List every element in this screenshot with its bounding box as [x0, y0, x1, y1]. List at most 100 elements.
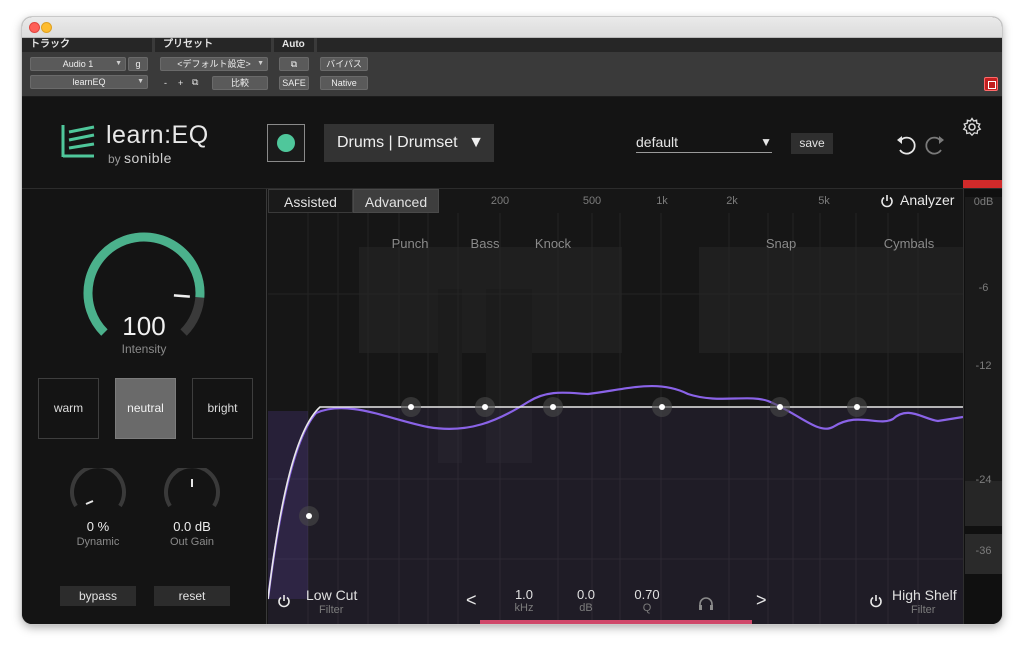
freq-label: 500	[582, 195, 602, 207]
zone-label-knock: Knock	[534, 236, 572, 251]
host-close-icon[interactable]	[984, 77, 998, 91]
auto-header: Auto	[274, 38, 314, 52]
prev-band-button[interactable]: <	[466, 590, 477, 611]
close-window-button[interactable]	[29, 22, 40, 33]
q-unit: Q	[642, 602, 652, 614]
chevron-down-icon: ▼	[115, 60, 122, 67]
minimize-window-button[interactable]	[41, 22, 52, 33]
meter-label: 0dB	[973, 196, 994, 208]
freq-value: 1.0	[514, 587, 534, 602]
tab-assisted[interactable]: Assisted	[268, 189, 353, 213]
preset-plus-button[interactable]: +	[178, 76, 183, 90]
gain-param[interactable]: 0.0 dB	[566, 587, 606, 614]
save-button[interactable]: save	[791, 133, 833, 154]
window-icon: ⧉	[290, 59, 298, 69]
learneq-logo-icon	[61, 125, 95, 158]
native-button[interactable]: Native	[320, 76, 368, 90]
eq-curve-canvas[interactable]	[268, 189, 963, 624]
band-indicator-bar	[480, 620, 752, 624]
meter-peak-indicator	[963, 180, 1002, 188]
host-header-fill	[317, 38, 1002, 52]
logo-brand: sonible	[124, 150, 172, 166]
analyzer-power-icon[interactable]	[880, 194, 894, 208]
copy-icon[interactable]: ⧉	[192, 75, 198, 89]
bright-button[interactable]: bright	[192, 378, 253, 439]
logo-byline: by sonible	[108, 150, 172, 166]
reset-button[interactable]: reset	[154, 586, 230, 606]
meter-segment	[965, 481, 1002, 526]
triangle-down-icon: ▼	[760, 135, 772, 149]
warm-button[interactable]: warm	[38, 378, 99, 439]
zone-label-cymbals: Cymbals	[883, 236, 935, 251]
meter-label: -6	[978, 282, 989, 294]
host-plugin-bar: トラック プリセット Auto Audio 1 ▼ g learnEQ ▼ <デフォ…	[22, 38, 1002, 97]
chevron-down-icon: ▼	[137, 78, 144, 85]
track-name: Audio 1	[62, 59, 94, 69]
zone-label-snap: Snap	[765, 236, 797, 251]
preset-header: プリセット	[155, 38, 271, 52]
high-shelf-power-icon[interactable]	[869, 594, 883, 608]
neutral-button[interactable]: neutral	[115, 378, 176, 439]
out-gain-knob[interactable]	[160, 468, 224, 512]
logo-title: learn:EQ	[106, 121, 209, 149]
freq-label: 5k	[818, 195, 830, 207]
dynamic-knob[interactable]	[66, 468, 130, 512]
freq-label: 2k	[726, 195, 738, 207]
q-param[interactable]: 0.70 Q	[627, 587, 667, 614]
settings-gear-icon[interactable]	[962, 117, 982, 137]
plugin-name: learnEQ	[72, 77, 106, 87]
headphones-icon[interactable]	[697, 595, 715, 611]
low-cut-shade	[268, 411, 308, 599]
curve-fill	[268, 407, 963, 624]
instrument-name: Drums | Drumset	[337, 134, 458, 151]
tab-advanced[interactable]: Advanced	[353, 189, 439, 213]
meter-segment	[965, 197, 1002, 481]
track-select[interactable]: Audio 1 ▼	[30, 57, 126, 71]
undo-icon[interactable]	[894, 134, 918, 156]
plugin-select[interactable]: learnEQ ▼	[30, 75, 148, 89]
freq-param[interactable]: 1.0 kHz	[504, 587, 544, 614]
out-gain-value: 0.0 dB	[173, 519, 211, 534]
gain-value: 0.0	[576, 587, 596, 602]
low-cut-power-icon[interactable]	[277, 594, 291, 608]
meter-label: -12	[975, 360, 992, 372]
track-header: トラック	[22, 38, 152, 52]
out-gain-label: Out Gain	[169, 536, 215, 548]
host-preset-name: <デフォルト設定>	[177, 59, 251, 69]
preset-select[interactable]: default ▼	[636, 133, 772, 153]
left-control-panel: 100 Intensity warm neutral bright 0 % Dy…	[22, 189, 267, 624]
instrument-select[interactable]: Drums | Drumset ▼	[324, 124, 494, 162]
zone-label-punch: Punch	[391, 236, 429, 251]
eq-graph[interactable]: Assisted Advanced 200 500 1k 2k 5k Punch…	[268, 189, 963, 624]
title-bar	[22, 17, 1002, 38]
preset-name: default	[636, 134, 679, 150]
next-band-button[interactable]: >	[756, 590, 767, 611]
automation-button[interactable]: ⧉	[279, 57, 309, 71]
triangle-down-icon: ▼	[468, 134, 484, 151]
meter-label: -36	[975, 545, 992, 557]
low-cut-sub: Filter	[319, 604, 344, 616]
preset-minus-button[interactable]: -	[164, 76, 167, 90]
plugin-header: learn:EQ by sonible Drums | Drumset ▼ de…	[22, 97, 1002, 189]
logo-by: by	[108, 152, 121, 166]
compare-button[interactable]: 比較	[212, 76, 268, 90]
intensity-label: Intensity	[121, 342, 167, 356]
host-preset-select[interactable]: <デフォルト設定> ▼	[160, 57, 268, 71]
low-cut-label[interactable]: Low Cut	[306, 587, 357, 603]
dynamic-value: 0 %	[86, 519, 110, 534]
host-bypass-button[interactable]: バイパス	[320, 57, 368, 71]
output-meter: 0dB -6 -12 -24 -36	[963, 189, 1002, 624]
intensity-pointer	[173, 294, 190, 298]
plugin-window: トラック プリセット Auto Audio 1 ▼ g learnEQ ▼ <デフォ…	[22, 17, 1002, 624]
analyzer-toggle[interactable]: Analyzer	[900, 192, 954, 208]
dynamic-label: Dynamic	[76, 536, 120, 548]
safe-button[interactable]: SAFE	[279, 76, 309, 90]
zone-label-bass: Bass	[470, 236, 500, 251]
redo-icon[interactable]	[923, 134, 947, 156]
high-shelf-label[interactable]: High Shelf	[892, 587, 957, 603]
track-group-select[interactable]: g	[128, 57, 148, 71]
freq-label: 200	[490, 195, 510, 207]
gain-unit: dB	[579, 602, 593, 614]
bypass-button[interactable]: bypass	[60, 586, 136, 606]
learn-record-button[interactable]	[267, 124, 305, 162]
